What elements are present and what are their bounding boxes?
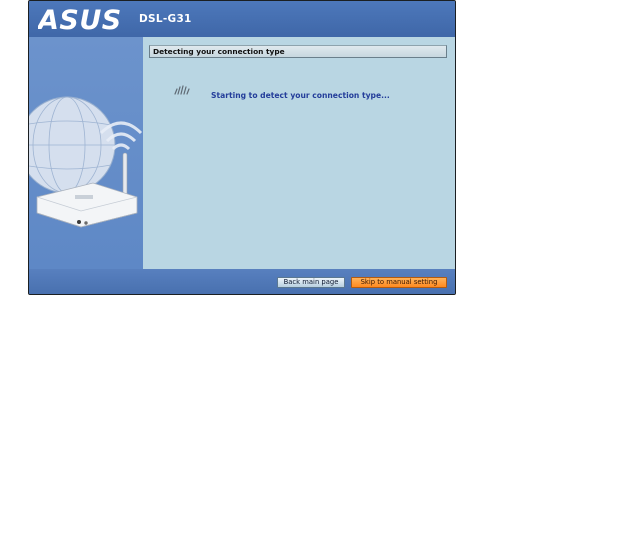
header-bar: ASUS DSL-G31 [29, 1, 455, 37]
footer-bar: Back main page Skip to manual setting [29, 269, 455, 294]
detection-status-text: Starting to detect your connection type.… [211, 91, 390, 100]
setup-window: ASUS DSL-G31 Detecting your connection t… [28, 0, 456, 295]
model-name: DSL-G31 [139, 13, 192, 25]
asus-logo: ASUS [38, 6, 122, 32]
back-main-page-button[interactable]: Back main page [277, 277, 345, 288]
skip-to-manual-setting-button[interactable]: Skip to manual setting [351, 277, 447, 288]
section-title: Detecting your connection type [149, 45, 447, 58]
loading-spinner-icon [174, 85, 190, 95]
content-panel: Detecting your connection type Starting … [143, 37, 455, 269]
side-illustration [29, 37, 143, 269]
svg-text:ASUS: ASUS [38, 6, 122, 32]
router-illustration [29, 96, 143, 228]
